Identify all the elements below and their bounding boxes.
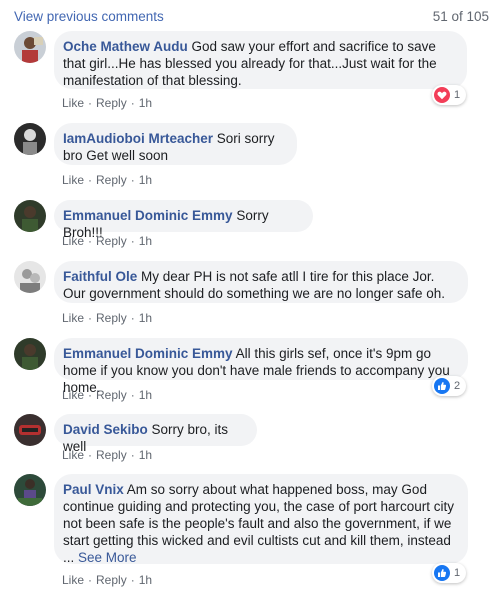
like-icon	[434, 565, 450, 581]
like-icon	[434, 378, 450, 394]
comment-actions: Like · Reply · 1h	[62, 573, 153, 587]
comment-bubble: Paul Vnix Am so sorry about what happene…	[54, 474, 468, 565]
comment-author[interactable]: Paul Vnix	[63, 482, 124, 497]
comment-actions: Like · Reply · 1h	[62, 448, 153, 462]
see-more-link[interactable]: See More	[74, 550, 137, 565]
comments-header: View previous comments 51 of 105	[0, 0, 493, 32]
comment-actions: Like · Reply · 1h	[62, 388, 153, 402]
avatar[interactable]	[14, 200, 46, 232]
avatar[interactable]	[14, 31, 46, 63]
reaction-count: 1	[454, 567, 461, 579]
like-link[interactable]: Like	[62, 173, 84, 187]
comment-time[interactable]: 1h	[139, 388, 152, 402]
comment-author[interactable]: Emmanuel Dominic Emmy	[63, 346, 233, 361]
like-link[interactable]: Like	[62, 573, 84, 587]
reply-link[interactable]: Reply	[96, 448, 127, 462]
reaction-summary[interactable]: 1	[432, 563, 467, 583]
reaction-count: 1	[454, 89, 461, 101]
comment-author[interactable]: Oche Mathew Audu	[63, 39, 188, 54]
comment-actions: Like · Reply · 1h	[62, 96, 153, 110]
comment-author[interactable]: Emmanuel Dominic Emmy	[63, 208, 233, 223]
comment-time[interactable]: 1h	[139, 234, 152, 248]
comment-actions: Like · Reply · 1h	[62, 234, 153, 248]
like-link[interactable]: Like	[62, 388, 84, 402]
comment-time[interactable]: 1h	[139, 173, 152, 187]
reply-link[interactable]: Reply	[96, 234, 127, 248]
avatar[interactable]	[14, 474, 46, 506]
like-link[interactable]: Like	[62, 234, 84, 248]
comment-actions: Like · Reply · 1h	[62, 173, 153, 187]
love-icon	[434, 87, 450, 103]
reply-link[interactable]: Reply	[96, 96, 127, 110]
comment-bubble: Emmanuel Dominic Emmy Sorry Broh!!!	[54, 200, 313, 240]
avatar[interactable]	[14, 261, 46, 293]
comment-time[interactable]: 1h	[139, 96, 152, 110]
comment-bubble: IamAudioboi Mrteacher Sori sorry bro Get…	[54, 123, 297, 165]
reaction-summary[interactable]: 2	[432, 376, 467, 396]
comment-bubble: Emmanuel Dominic Emmy All this girls sef…	[54, 338, 468, 395]
comment-author[interactable]: David Sekibo	[63, 422, 148, 437]
avatar[interactable]	[14, 414, 46, 446]
reply-link[interactable]: Reply	[96, 311, 127, 325]
like-link[interactable]: Like	[62, 311, 84, 325]
comment-count: 51 of 105	[432, 9, 489, 24]
comment-bubble: Oche Mathew Audu God saw your effort and…	[54, 31, 467, 89]
comment-author[interactable]: IamAudioboi Mrteacher	[63, 131, 213, 146]
avatar[interactable]	[14, 123, 46, 155]
comment-bubble: Faithful Ole My dear PH is not safe atll…	[54, 261, 468, 303]
reply-link[interactable]: Reply	[96, 388, 127, 402]
reply-link[interactable]: Reply	[96, 173, 127, 187]
reaction-summary[interactable]: 1	[432, 85, 467, 105]
like-link[interactable]: Like	[62, 96, 84, 110]
comment-time[interactable]: 1h	[139, 573, 152, 587]
like-link[interactable]: Like	[62, 448, 84, 462]
comment-time[interactable]: 1h	[139, 311, 152, 325]
comment-bubble: David Sekibo Sorry bro, its well	[54, 414, 257, 454]
avatar[interactable]	[14, 338, 46, 370]
comment-actions: Like · Reply · 1h	[62, 311, 153, 325]
reply-link[interactable]: Reply	[96, 573, 127, 587]
comment-time[interactable]: 1h	[139, 448, 152, 462]
view-previous-comments-link[interactable]: View previous comments	[14, 9, 164, 24]
reaction-count: 2	[454, 380, 461, 392]
comment-author[interactable]: Faithful Ole	[63, 269, 137, 284]
